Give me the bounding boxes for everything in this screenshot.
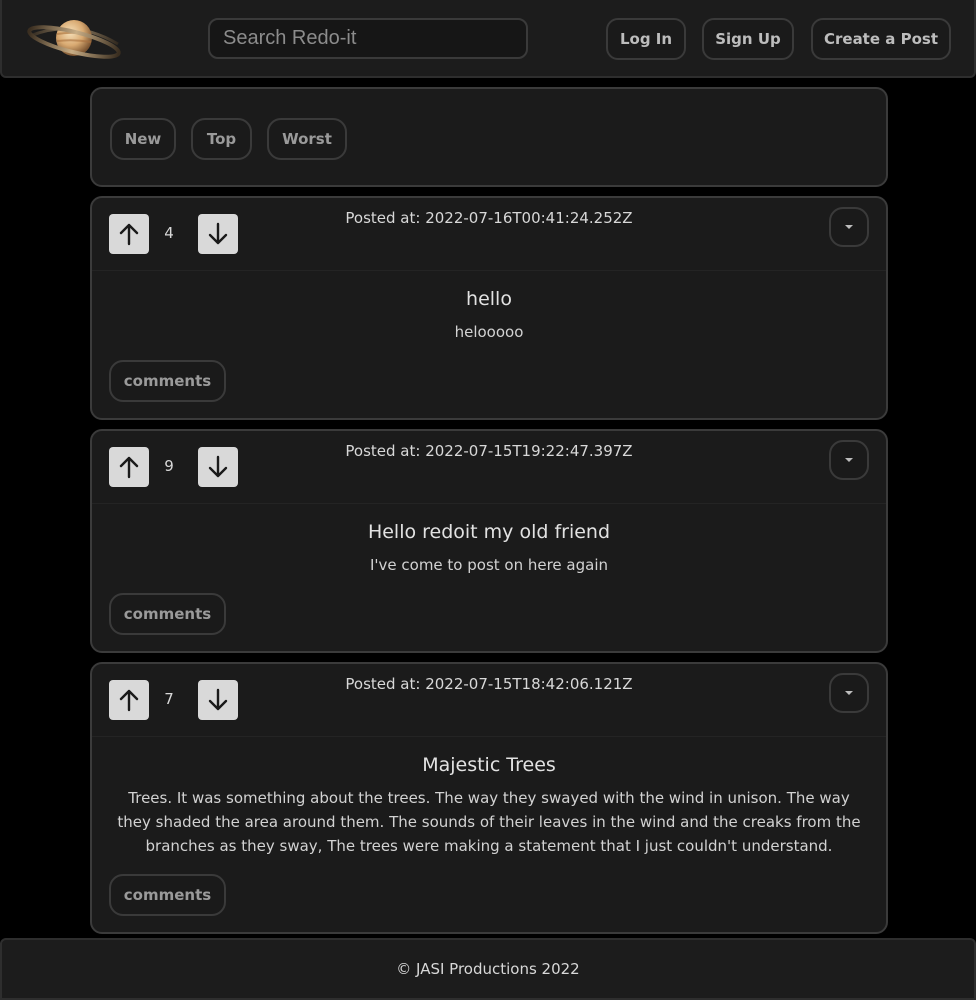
post-card: 7 Posted at: 2022-07-15T18:42:06.121Z Ma… (90, 662, 888, 934)
post-menu-button[interactable] (829, 440, 869, 480)
divider (92, 736, 886, 737)
top-navbar: Log In Sign Up Create a Post (0, 0, 976, 78)
divider (92, 270, 886, 271)
sort-top-button[interactable]: Top (191, 118, 252, 160)
page-footer: © JASI Productions 2022 (0, 938, 976, 1000)
post-menu-button[interactable] (829, 673, 869, 713)
copyright-text: © JASI Productions 2022 (396, 960, 580, 978)
comments-button[interactable]: comments (109, 874, 226, 916)
sign-up-button[interactable]: Sign Up (702, 18, 794, 60)
comments-button[interactable]: comments (109, 360, 226, 402)
post-card: 4 Posted at: 2022-07-16T00:41:24.252Z he… (90, 196, 888, 420)
post-title: Majestic Trees (422, 754, 556, 776)
create-post-button[interactable]: Create a Post (811, 18, 951, 60)
saturn-logo-icon[interactable] (26, 14, 122, 64)
posted-at-timestamp: Posted at: 2022-07-15T18:42:06.121Z (345, 675, 633, 693)
post-menu-button[interactable] (829, 207, 869, 247)
chevron-down-icon (845, 225, 853, 229)
sort-worst-button[interactable]: Worst (267, 118, 347, 160)
posted-at-timestamp: Posted at: 2022-07-15T19:22:47.397Z (345, 442, 633, 460)
post-body: helooooo (454, 323, 524, 341)
posted-at-timestamp: Posted at: 2022-07-16T00:41:24.252Z (345, 209, 633, 227)
sort-new-button[interactable]: New (110, 118, 176, 160)
comments-button[interactable]: comments (109, 593, 226, 635)
post-body: I've come to post on here again (369, 556, 609, 574)
post-body: Trees. It was something about the trees.… (117, 789, 861, 855)
post-card: 9 Posted at: 2022-07-15T19:22:47.397Z He… (90, 429, 888, 653)
chevron-down-icon (845, 691, 853, 695)
post-title: Hello redoit my old friend (367, 521, 611, 543)
sort-panel: New Top Worst (90, 87, 888, 187)
divider (92, 503, 886, 504)
search-input[interactable] (208, 18, 528, 59)
log-in-button[interactable]: Log In (606, 18, 686, 60)
chevron-down-icon (845, 458, 853, 462)
post-title: hello (466, 288, 512, 310)
